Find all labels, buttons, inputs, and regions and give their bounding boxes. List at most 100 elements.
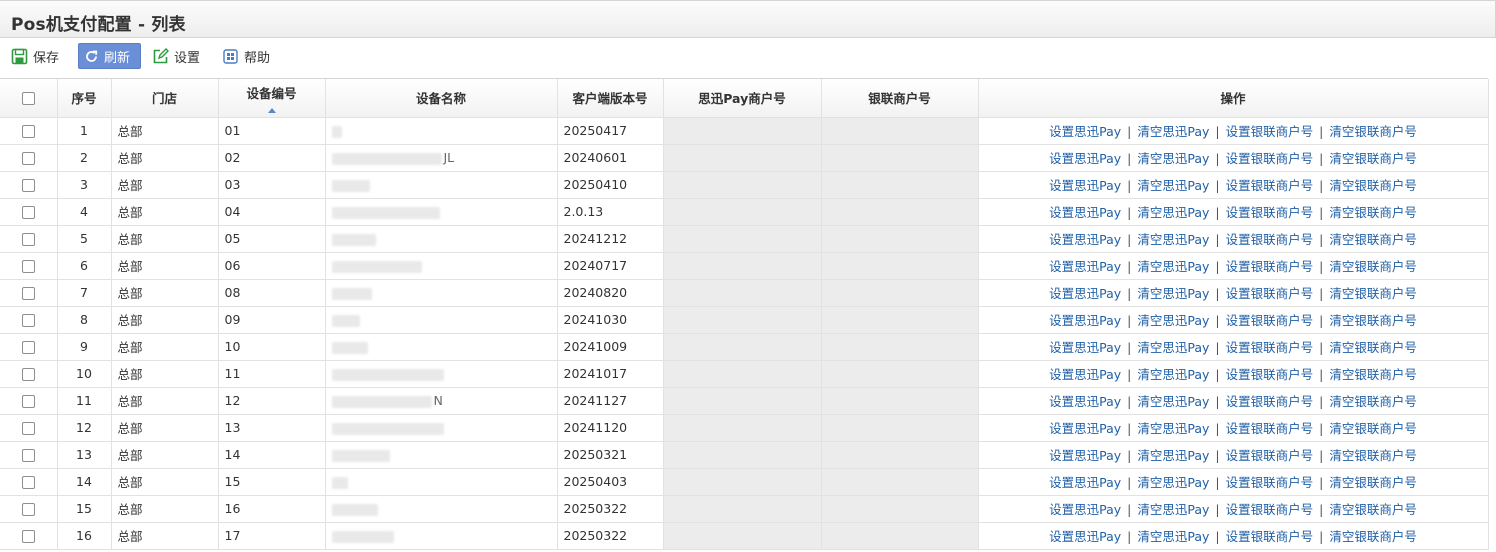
set-unionpay-link[interactable]: 设置银联商户号 (1226, 151, 1314, 166)
header-store[interactable]: 门店 (111, 79, 219, 118)
header-unionpay-merchant[interactable]: 银联商户号 (821, 79, 979, 118)
header-sixun-pay-merchant[interactable]: 思迅Pay商户号 (663, 79, 822, 118)
table-row[interactable]: 7 总部 08 20240820 设置思迅Pay | 清空思迅Pay | 设置银联商户号 | 清空银… (0, 279, 1489, 307)
help-button[interactable]: 帮助 (217, 43, 276, 69)
set-unionpay-link[interactable]: 设置银联商户号 (1226, 232, 1314, 247)
row-checkbox[interactable] (21, 422, 35, 435)
table-row[interactable]: 12 总部 13 20241120 设置思迅Pay | 清空思迅Pay | 设置银联商户号 | 清空… (0, 414, 1489, 442)
set-unionpay-link[interactable]: 设置银联商户号 (1226, 475, 1314, 490)
row-checkbox[interactable] (21, 179, 35, 192)
clear-sixun-pay-link[interactable]: 清空思迅Pay (1137, 232, 1209, 247)
set-sixun-pay-link[interactable]: 设置思迅Pay (1049, 259, 1121, 274)
clear-sixun-pay-link[interactable]: 清空思迅Pay (1137, 421, 1209, 436)
clear-unionpay-link[interactable]: 清空银联商户号 (1329, 286, 1417, 301)
header-seq[interactable]: 序号 (57, 79, 112, 118)
clear-unionpay-link[interactable]: 清空银联商户号 (1329, 232, 1417, 247)
clear-sixun-pay-link[interactable]: 清空思迅Pay (1137, 313, 1209, 328)
table-row[interactable]: 3 总部 03 20250410 设置思迅Pay | 清空思迅Pay | 设置银联商户号 | 清空银… (0, 171, 1489, 199)
set-sixun-pay-link[interactable]: 设置思迅Pay (1049, 340, 1121, 355)
row-checkbox[interactable] (21, 341, 35, 354)
set-unionpay-link[interactable]: 设置银联商户号 (1226, 205, 1314, 220)
clear-unionpay-link[interactable]: 清空银联商户号 (1329, 448, 1417, 463)
clear-sixun-pay-link[interactable]: 清空思迅Pay (1137, 178, 1209, 193)
table-row[interactable]: 2 总部 02 JL 20240601 设置思迅Pay | 清空思迅Pay | 设置银联商户号 | 清… (0, 144, 1489, 172)
header-device-name[interactable]: 设备名称 (325, 79, 558, 118)
refresh-button[interactable]: 刷新 (78, 43, 141, 69)
set-sixun-pay-link[interactable]: 设置思迅Pay (1049, 178, 1121, 193)
clear-unionpay-link[interactable]: 清空银联商户号 (1329, 502, 1417, 517)
set-unionpay-link[interactable]: 设置银联商户号 (1226, 529, 1314, 544)
set-sixun-pay-link[interactable]: 设置思迅Pay (1049, 313, 1121, 328)
set-sixun-pay-link[interactable]: 设置思迅Pay (1049, 394, 1121, 409)
table-row[interactable]: 5 总部 05 20241212 设置思迅Pay | 清空思迅Pay | 设置银联商户号 | 清空银… (0, 225, 1489, 253)
table-row[interactable]: 15 总部 16 20250322 设置思迅Pay | 清空思迅Pay | 设置银联商户号 | 清空… (0, 495, 1489, 523)
row-checkbox[interactable] (21, 260, 35, 273)
set-sixun-pay-link[interactable]: 设置思迅Pay (1049, 232, 1121, 247)
clear-sixun-pay-link[interactable]: 清空思迅Pay (1137, 367, 1209, 382)
set-sixun-pay-link[interactable]: 设置思迅Pay (1049, 529, 1121, 544)
row-checkbox[interactable] (21, 314, 35, 327)
set-sixun-pay-link[interactable]: 设置思迅Pay (1049, 421, 1121, 436)
set-unionpay-link[interactable]: 设置银联商户号 (1226, 367, 1314, 382)
clear-sixun-pay-link[interactable]: 清空思迅Pay (1137, 529, 1209, 544)
row-checkbox[interactable] (21, 287, 35, 300)
clear-unionpay-link[interactable]: 清空银联商户号 (1329, 529, 1417, 544)
set-sixun-pay-link[interactable]: 设置思迅Pay (1049, 205, 1121, 220)
row-checkbox[interactable] (21, 395, 35, 408)
row-checkbox[interactable] (21, 530, 35, 543)
clear-unionpay-link[interactable]: 清空银联商户号 (1329, 124, 1417, 139)
clear-unionpay-link[interactable]: 清空银联商户号 (1329, 475, 1417, 490)
set-unionpay-link[interactable]: 设置银联商户号 (1226, 178, 1314, 193)
table-row[interactable]: 13 总部 14 20250321 设置思迅Pay | 清空思迅Pay | 设置银联商户号 | 清空… (0, 441, 1489, 469)
clear-unionpay-link[interactable]: 清空银联商户号 (1329, 394, 1417, 409)
set-unionpay-link[interactable]: 设置银联商户号 (1226, 421, 1314, 436)
table-row[interactable]: 10 总部 11 20241017 设置思迅Pay | 清空思迅Pay | 设置银联商户号 | 清空… (0, 360, 1489, 388)
clear-sixun-pay-link[interactable]: 清空思迅Pay (1137, 259, 1209, 274)
table-row[interactable]: 6 总部 06 20240717 设置思迅Pay | 清空思迅Pay | 设置银联商户号 | 清空银… (0, 252, 1489, 280)
save-button[interactable]: 保存 (6, 43, 65, 69)
clear-unionpay-link[interactable]: 清空银联商户号 (1329, 259, 1417, 274)
clear-unionpay-link[interactable]: 清空银联商户号 (1329, 340, 1417, 355)
clear-unionpay-link[interactable]: 清空银联商户号 (1329, 151, 1417, 166)
set-sixun-pay-link[interactable]: 设置思迅Pay (1049, 286, 1121, 301)
set-unionpay-link[interactable]: 设置银联商户号 (1226, 394, 1314, 409)
header-client-version[interactable]: 客户端版本号 (557, 79, 664, 118)
set-sixun-pay-link[interactable]: 设置思迅Pay (1049, 502, 1121, 517)
table-row[interactable]: 1 总部 01 20250417 设置思迅Pay | 清空思迅Pay | 设置银联商户号 | 清空银… (0, 117, 1489, 145)
clear-unionpay-link[interactable]: 清空银联商户号 (1329, 313, 1417, 328)
set-unionpay-link[interactable]: 设置银联商户号 (1226, 313, 1314, 328)
clear-sixun-pay-link[interactable]: 清空思迅Pay (1137, 286, 1209, 301)
settings-button[interactable]: 设置 (147, 43, 206, 69)
row-checkbox[interactable] (21, 206, 35, 219)
table-row[interactable]: 4 总部 04 2.0.13 设置思迅Pay | 清空思迅Pay | 设置银联商户号 | 清空银联商… (0, 198, 1489, 226)
clear-sixun-pay-link[interactable]: 清空思迅Pay (1137, 475, 1209, 490)
table-row[interactable]: 11 总部 12 N 20241127 设置思迅Pay | 清空思迅Pay | 设置银联商户号 | 清… (0, 387, 1489, 415)
row-checkbox[interactable] (21, 503, 35, 516)
table-row[interactable]: 9 总部 10 20241009 设置思迅Pay | 清空思迅Pay | 设置银联商户号 | 清空银… (0, 333, 1489, 361)
set-sixun-pay-link[interactable]: 设置思迅Pay (1049, 151, 1121, 166)
clear-sixun-pay-link[interactable]: 清空思迅Pay (1137, 124, 1209, 139)
clear-sixun-pay-link[interactable]: 清空思迅Pay (1137, 340, 1209, 355)
table-row[interactable]: 14 总部 15 20250403 设置思迅Pay | 清空思迅Pay | 设置银联商户号 | 清空… (0, 468, 1489, 496)
clear-unionpay-link[interactable]: 清空银联商户号 (1329, 205, 1417, 220)
row-checkbox[interactable] (21, 368, 35, 381)
row-checkbox[interactable] (21, 476, 35, 489)
set-unionpay-link[interactable]: 设置银联商户号 (1226, 124, 1314, 139)
clear-sixun-pay-link[interactable]: 清空思迅Pay (1137, 448, 1209, 463)
row-checkbox[interactable] (21, 233, 35, 246)
table-row[interactable]: 8 总部 09 20241030 设置思迅Pay | 清空思迅Pay | 设置银联商户号 | 清空银… (0, 306, 1489, 334)
set-unionpay-link[interactable]: 设置银联商户号 (1226, 286, 1314, 301)
row-checkbox[interactable] (21, 125, 35, 138)
clear-sixun-pay-link[interactable]: 清空思迅Pay (1137, 151, 1209, 166)
row-checkbox[interactable] (21, 152, 35, 165)
set-unionpay-link[interactable]: 设置银联商户号 (1226, 259, 1314, 274)
set-unionpay-link[interactable]: 设置银联商户号 (1226, 340, 1314, 355)
set-sixun-pay-link[interactable]: 设置思迅Pay (1049, 448, 1121, 463)
set-unionpay-link[interactable]: 设置银联商户号 (1226, 448, 1314, 463)
clear-unionpay-link[interactable]: 清空银联商户号 (1329, 367, 1417, 382)
select-all-checkbox[interactable] (21, 92, 35, 106)
clear-unionpay-link[interactable]: 清空银联商户号 (1329, 178, 1417, 193)
clear-sixun-pay-link[interactable]: 清空思迅Pay (1137, 394, 1209, 409)
set-unionpay-link[interactable]: 设置银联商户号 (1226, 502, 1314, 517)
row-checkbox[interactable] (21, 449, 35, 462)
